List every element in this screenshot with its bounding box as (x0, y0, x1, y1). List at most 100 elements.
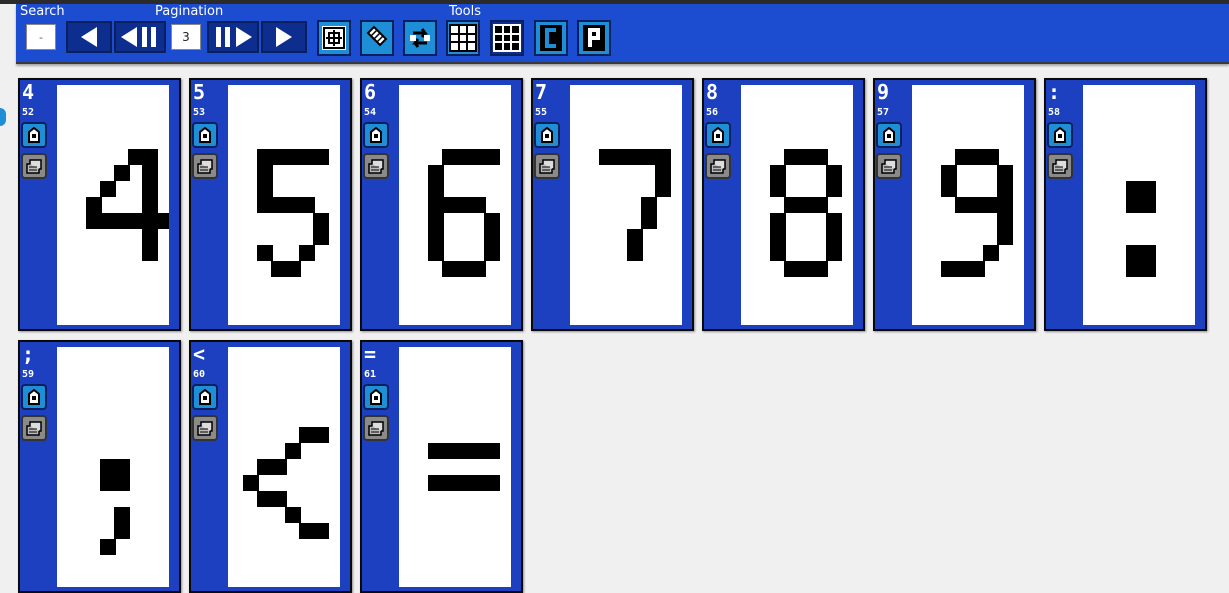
next-page-button[interactable] (207, 21, 259, 53)
glyph-card[interactable]: 8 56 (702, 78, 865, 331)
grid-dark-toggle-button[interactable] (490, 20, 524, 56)
save-glyph-button[interactable] (876, 122, 902, 148)
save-glyph-button[interactable] (192, 122, 218, 148)
glyph-pixel (313, 427, 329, 443)
glyph-pixel (484, 213, 500, 229)
glyph-pixel (484, 149, 500, 165)
glyph-pixel (456, 475, 472, 491)
copy-glyph-button[interactable] (705, 153, 731, 179)
glyph-canvas[interactable] (228, 85, 340, 325)
glyph-canvas[interactable] (912, 85, 1024, 325)
glyph-card[interactable]: 4 52 (18, 78, 181, 331)
glyph-pixel (100, 181, 116, 197)
glyph-card[interactable]: 5 53 (189, 78, 352, 331)
glyph-card[interactable]: = 61 (360, 340, 523, 593)
glyph-canvas[interactable] (57, 347, 169, 587)
page-number-input[interactable]: 3 (171, 24, 201, 50)
glyph-pixel (142, 197, 158, 213)
glyph-pixel (1140, 261, 1156, 277)
glyph-canvas[interactable] (1083, 85, 1195, 325)
glyph-pixel (812, 261, 828, 277)
copy-glyph-button[interactable] (1047, 153, 1073, 179)
glyph-code-label: 52 (22, 107, 35, 118)
glyph-pixel (456, 197, 472, 213)
glyph-pixel (1126, 181, 1142, 197)
glyph-canvas[interactable] (741, 85, 853, 325)
copy-glyph-button[interactable] (192, 415, 218, 441)
save-glyph-button[interactable] (705, 122, 731, 148)
save-glyph-button[interactable] (534, 122, 560, 148)
save-glyph-button[interactable] (363, 122, 389, 148)
glyph-code-label: 54 (364, 107, 377, 118)
copy-glyph-button[interactable] (534, 153, 560, 179)
rotate-tool-button[interactable] (403, 20, 437, 56)
glyph-canvas[interactable] (228, 347, 340, 587)
next-icon (276, 27, 292, 47)
glyph-pixel (313, 523, 329, 539)
copy-glyph-button[interactable] (876, 153, 902, 179)
save-glyph-icon (541, 126, 553, 143)
save-glyph-button[interactable] (1047, 122, 1073, 148)
glyph-pixel (770, 181, 786, 197)
glyph-pixel (997, 181, 1013, 197)
glyph-card[interactable]: <60 (189, 340, 352, 593)
copy-glyph-button[interactable] (21, 415, 47, 441)
char-c-button[interactable] (534, 20, 568, 56)
glyph-code-label: 56 (706, 107, 719, 118)
glyph-pixel (428, 229, 444, 245)
glyph-pixel (784, 197, 800, 213)
glyph-card[interactable]: ; 59 (18, 340, 181, 593)
glyph-pixel (442, 149, 458, 165)
glyph-pixel (983, 197, 999, 213)
glyph-pixel (1140, 181, 1156, 197)
glyph-canvas[interactable] (57, 85, 169, 325)
save-glyph-button[interactable] (363, 384, 389, 410)
glyph-pixel (941, 261, 957, 277)
glyph-pixel (941, 165, 957, 181)
glyph-canvas[interactable] (399, 85, 511, 325)
glyph-pixel (428, 475, 444, 491)
shift-tool-button[interactable] (317, 20, 351, 56)
glyph-pixel (271, 459, 287, 475)
last-button[interactable] (261, 21, 307, 53)
glyph-pixel (142, 149, 158, 165)
glyph-canvas[interactable] (399, 347, 511, 587)
grid-toggle-button[interactable] (446, 20, 480, 56)
char-c-icon (540, 25, 562, 51)
search-input[interactable]: - (26, 24, 56, 50)
save-glyph-button[interactable] (192, 384, 218, 410)
prev-page-button[interactable] (114, 21, 166, 53)
glyph-pixel (442, 443, 458, 459)
glyph-char-label: ; (22, 342, 35, 366)
first-button[interactable] (66, 21, 112, 53)
glyph-canvas[interactable] (570, 85, 682, 325)
glyph-pixel (627, 149, 643, 165)
glyph-pixels (86, 149, 169, 261)
copy-glyph-button[interactable] (21, 153, 47, 179)
save-glyph-button[interactable] (21, 122, 47, 148)
glyph-pixel (442, 475, 458, 491)
glyph-pixel (655, 149, 671, 165)
char-p-button[interactable] (577, 20, 611, 56)
glyph-pixel (641, 197, 657, 213)
glyph-pixel (142, 229, 158, 245)
save-glyph-button[interactable] (21, 384, 47, 410)
dither-tool-button[interactable] (360, 20, 394, 56)
glyph-pixel (599, 149, 615, 165)
copy-glyph-button[interactable] (192, 153, 218, 179)
glyph-card[interactable]: 7 55 (531, 78, 694, 331)
copy-glyph-button[interactable] (363, 415, 389, 441)
save-glyph-icon (883, 126, 895, 143)
glyph-pixel (428, 443, 444, 459)
glyph-pixel (784, 261, 800, 277)
glyph-pixel (428, 197, 444, 213)
glyph-card[interactable]: 6 54 (360, 78, 523, 331)
glyph-card[interactable]: 9 57 (873, 78, 1036, 331)
glyph-pixel (484, 475, 500, 491)
glyph-pixel (969, 197, 985, 213)
glyph-pixel (997, 165, 1013, 181)
glyph-card[interactable]: : 58 (1044, 78, 1207, 331)
side-panel-handle[interactable] (0, 108, 6, 126)
copy-glyph-icon (26, 421, 42, 436)
copy-glyph-button[interactable] (363, 153, 389, 179)
